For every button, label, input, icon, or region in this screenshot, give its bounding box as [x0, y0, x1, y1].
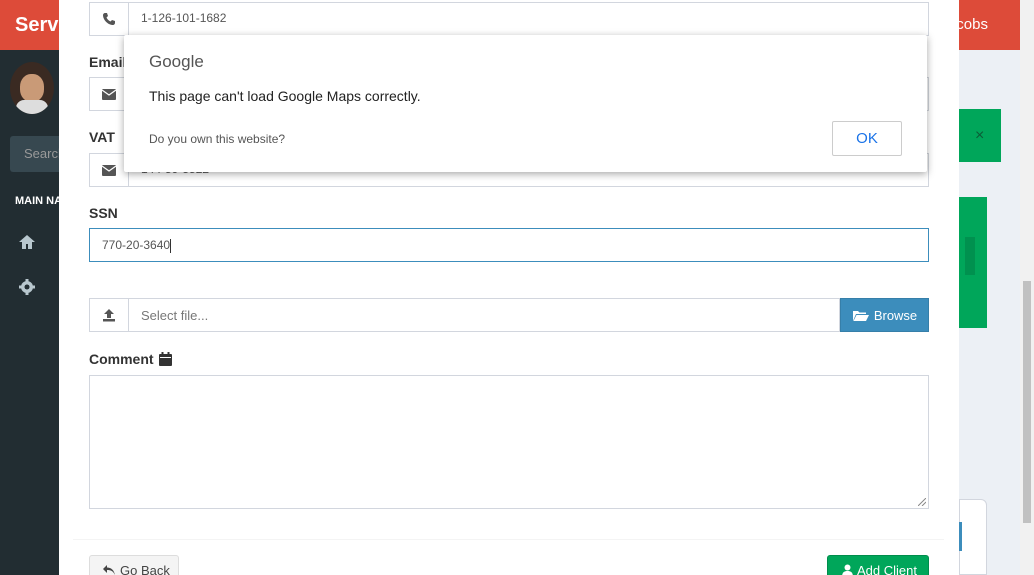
- gear-icon[interactable]: [17, 277, 37, 297]
- comment-label-row: Comment: [89, 351, 172, 367]
- google-maps-error-dialog: Google This page can't load Google Maps …: [124, 35, 927, 172]
- app-brand[interactable]: Serv: [15, 14, 58, 37]
- calendar-icon: [158, 352, 172, 366]
- alert-box: ×: [959, 109, 1001, 162]
- go-back-button[interactable]: Go Back: [89, 555, 179, 575]
- primary-button-edge[interactable]: [959, 522, 962, 551]
- add-client-button[interactable]: Add Client: [827, 555, 929, 575]
- user-icon: [842, 564, 853, 575]
- upload-icon: [89, 298, 129, 332]
- file-upload-group: Select file... Browse: [89, 298, 929, 332]
- file-input[interactable]: Select file...: [129, 298, 840, 332]
- phone-icon: [89, 2, 129, 36]
- google-logo: Google: [149, 52, 204, 71]
- text-caret: [170, 238, 172, 253]
- undo-icon: [103, 565, 115, 575]
- add-client-label: Add Client: [857, 562, 917, 575]
- panel-box: [959, 499, 987, 575]
- sidebar-search-input[interactable]: Search: [10, 136, 65, 172]
- sidebar: [0, 50, 59, 575]
- go-back-label: Go Back: [120, 562, 170, 575]
- close-icon[interactable]: ×: [975, 127, 984, 144]
- phone-field[interactable]: 1-126-101-1682: [129, 2, 929, 36]
- home-icon[interactable]: [17, 232, 37, 252]
- scrollbar-thumb[interactable]: [1020, 278, 1034, 526]
- comment-textarea[interactable]: [89, 375, 929, 509]
- envelope-icon: [89, 77, 129, 111]
- folder-open-icon: [852, 310, 869, 321]
- ssn-value: 770-20-3640: [102, 238, 171, 252]
- resize-handle-icon[interactable]: [918, 498, 926, 506]
- ssn-label: SSN: [89, 205, 118, 221]
- envelope-icon: [89, 153, 129, 187]
- info-box: [959, 197, 987, 328]
- own-website-link[interactable]: Do you own this website?: [149, 132, 285, 146]
- email-label: Email: [89, 54, 127, 70]
- main-nav-heading: MAIN NAV: [15, 195, 59, 207]
- phone-group: 1-126-101-1682: [89, 2, 929, 36]
- browse-button[interactable]: Browse: [840, 298, 929, 332]
- comment-label: Comment: [89, 351, 154, 367]
- avatar: [10, 62, 54, 114]
- dialog-message: This page can't load Google Maps correct…: [149, 88, 421, 104]
- footer-divider: [73, 539, 944, 540]
- browse-label: Browse: [873, 307, 918, 323]
- vat-label: VAT: [89, 129, 115, 145]
- ok-button[interactable]: OK: [832, 121, 902, 156]
- ssn-field[interactable]: 770-20-3640: [89, 228, 929, 262]
